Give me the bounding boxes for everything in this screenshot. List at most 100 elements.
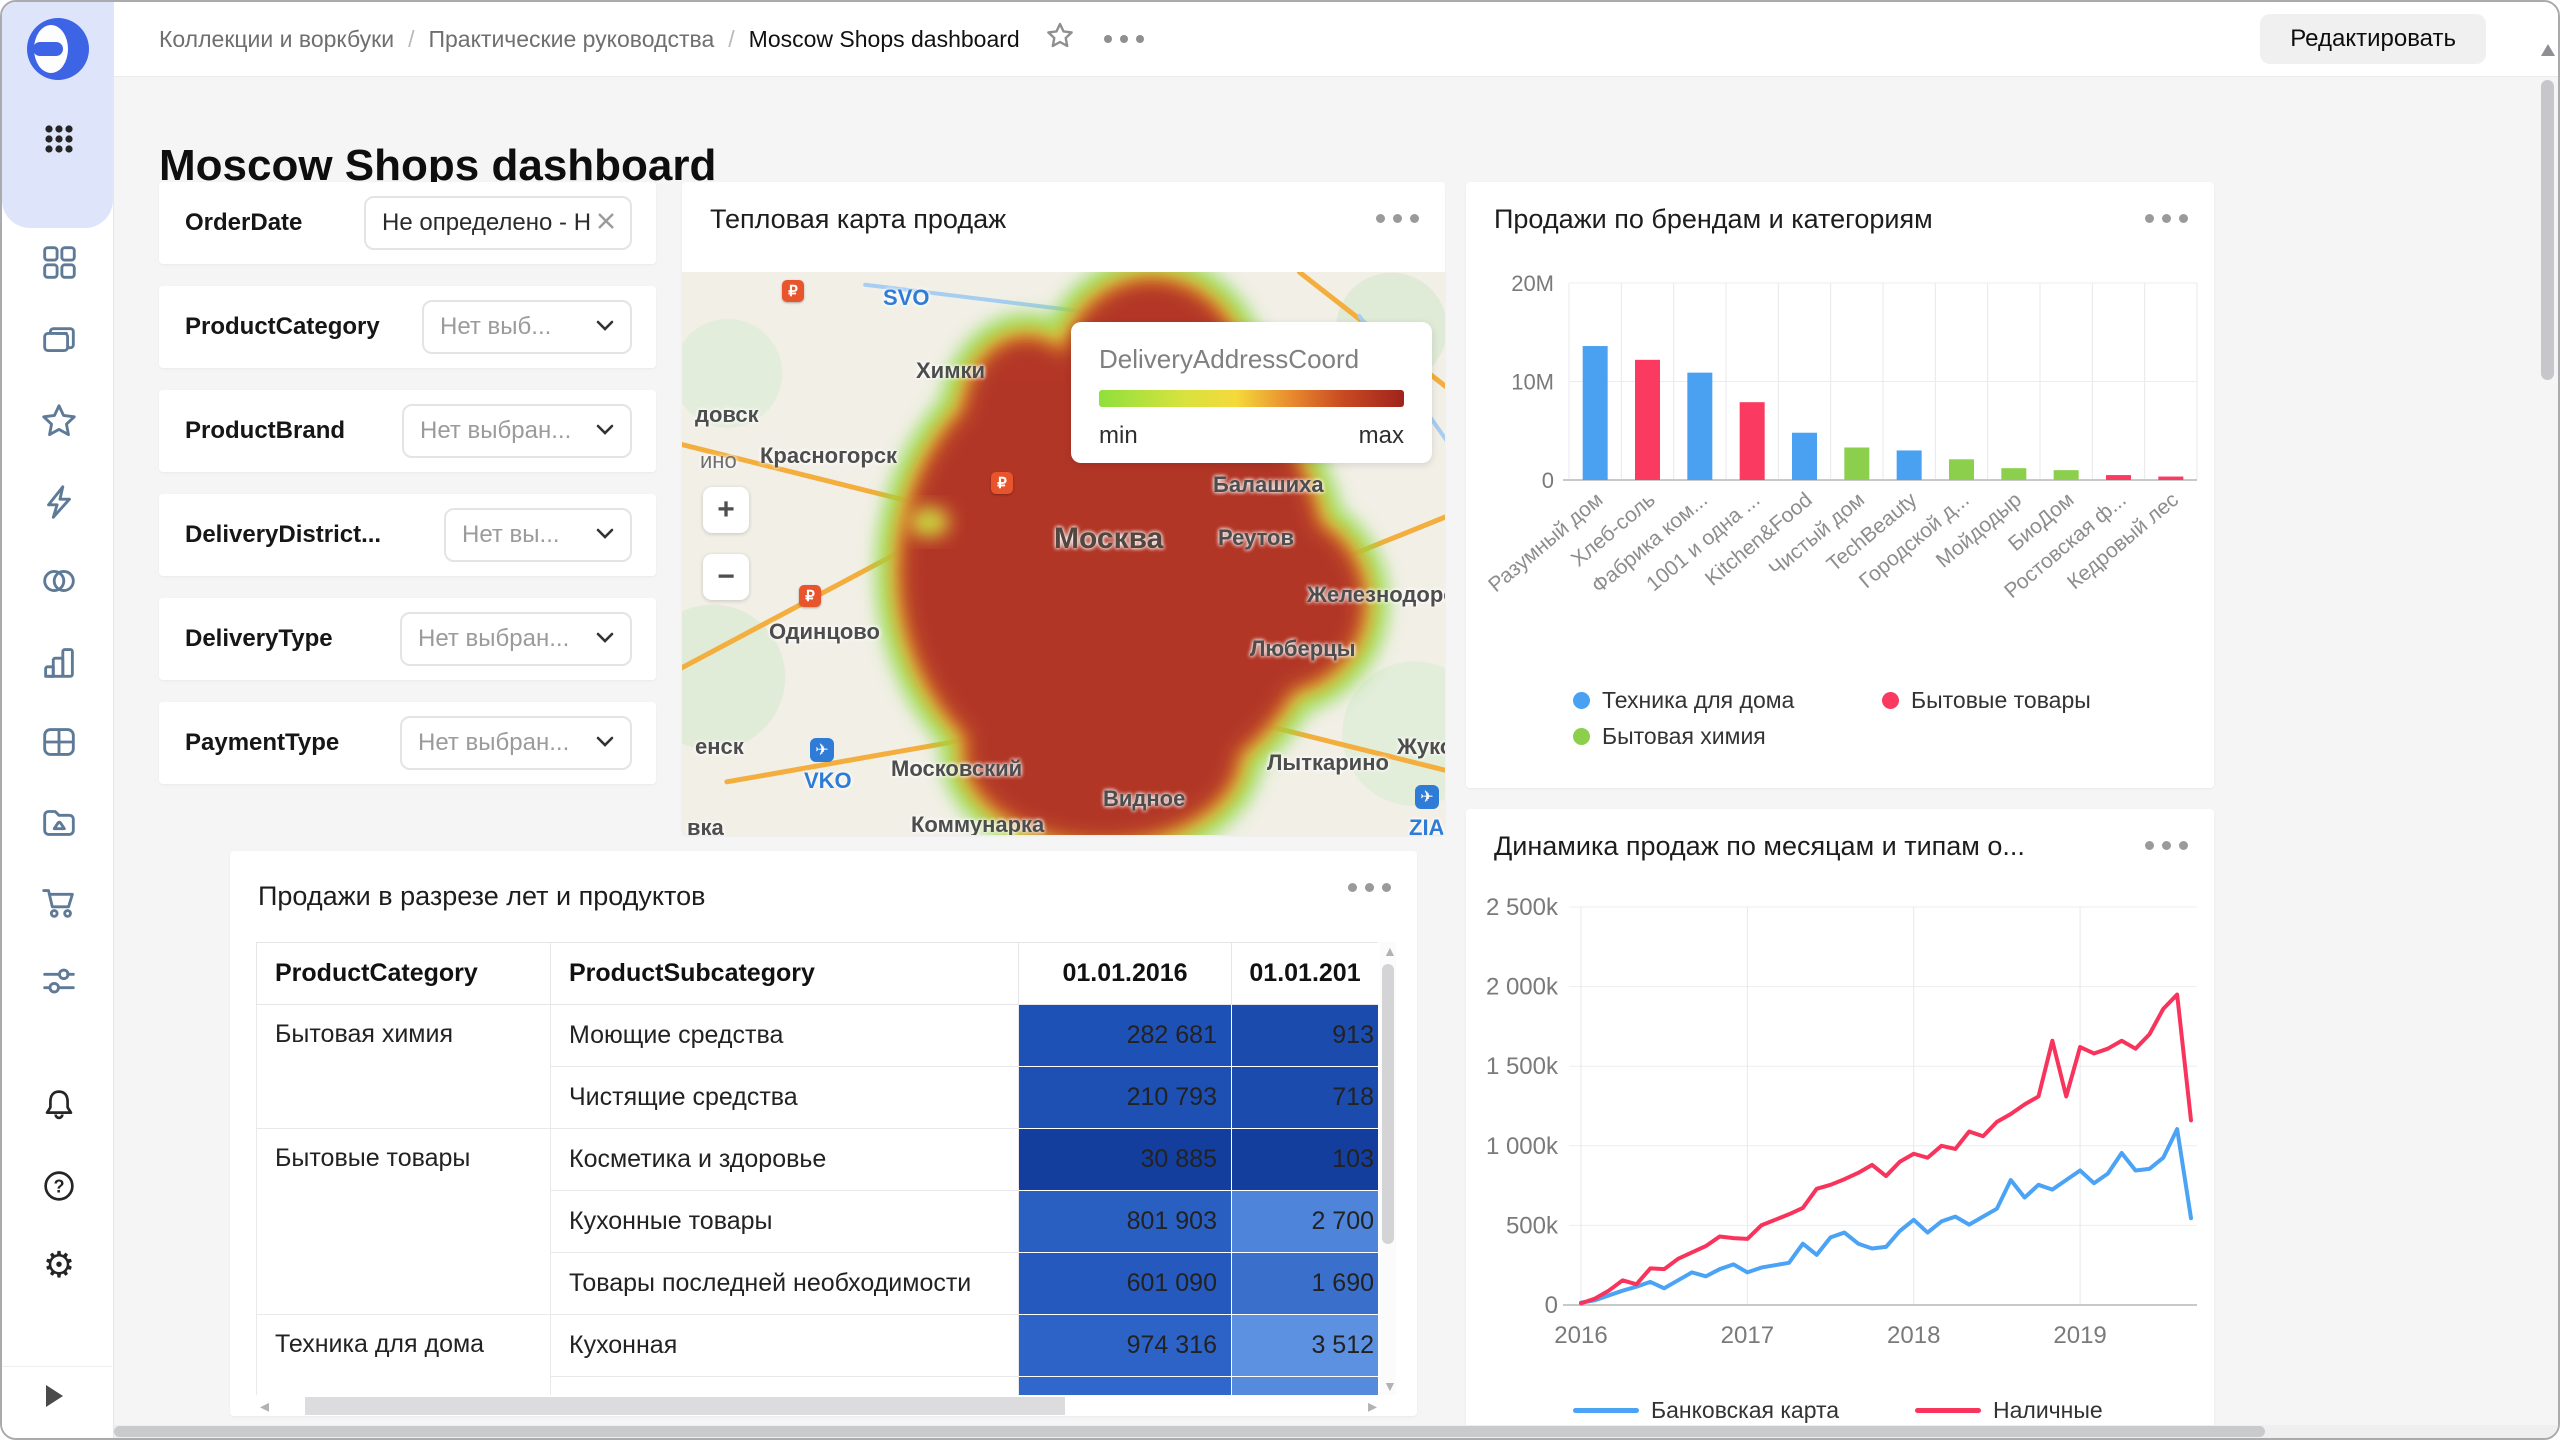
filter-select[interactable]: Нет выбран...: [402, 404, 632, 458]
dashboard: Moscow Shops dashboard OrderDateНе опред…: [113, 76, 2558, 1438]
filter-select[interactable]: Нет выб...: [422, 300, 632, 354]
page-vertical-scrollbar[interactable]: [2540, 16, 2555, 1422]
date-range-input[interactable]: Не определено - Н: [364, 196, 632, 250]
grid-2x2-icon[interactable]: [37, 240, 81, 284]
monthly-sales-line-chart[interactable]: 0500k1 000k1 500k2 000k2 500k20162017201…: [1466, 809, 2214, 1369]
legend-label: Бытовые товары: [1911, 687, 2091, 714]
legend-item[interactable]: Банковская карта: [1573, 1397, 1839, 1424]
value-cell: 30 885: [1019, 1129, 1232, 1191]
subcategory-cell: Кухонная: [551, 1315, 1019, 1377]
folder-image-icon[interactable]: [37, 800, 81, 844]
value-cell: 2 700: [1232, 1191, 1379, 1253]
apps-grid-icon[interactable]: [37, 117, 81, 161]
bar-TechBeauty[interactable]: [1897, 450, 1922, 480]
legend-item[interactable]: Техника для дома: [1573, 687, 1794, 714]
map-zoom-in-button[interactable]: +: [703, 487, 749, 533]
legend-item[interactable]: Наличные: [1915, 1397, 2103, 1424]
filter-placeholder: Нет выбран...: [420, 417, 592, 445]
bar-Хлеб-соль[interactable]: [1635, 360, 1660, 480]
breadcrumb-more-icon[interactable]: [1104, 35, 1144, 43]
scroll-up-icon[interactable]: [2541, 44, 2555, 56]
airplane-icon: ✈: [1415, 785, 1439, 809]
scroll-right-icon[interactable]: ▸: [1368, 1397, 1377, 1415]
scroll-down-icon[interactable]: ▼: [1383, 1379, 1397, 1393]
bar-Ростовская ф...[interactable]: [2106, 475, 2131, 480]
table-hscroll-thumb[interactable]: [305, 1397, 1065, 1415]
breadcrumb-collections[interactable]: Коллекции и воркбуки: [159, 26, 394, 53]
bar-Городской д...[interactable]: [1949, 459, 1974, 480]
map-zoom-out-button[interactable]: −: [703, 554, 749, 600]
map-label-city: Коммунарка: [911, 812, 1044, 835]
overlapping-circles-icon[interactable]: [37, 559, 81, 603]
bar-chart-icon[interactable]: [37, 640, 81, 684]
datalens-logo[interactable]: [25, 16, 91, 82]
svg-text:1 500k: 1 500k: [1486, 1053, 1559, 1080]
table-card-menu-icon[interactable]: [1348, 883, 1391, 892]
filter-placeholder: Нет выбран...: [418, 625, 592, 653]
line-series-Наличные[interactable]: [1581, 995, 2191, 1304]
clear-icon[interactable]: [594, 209, 618, 238]
filter-deliverydistrict: DeliveryDistrict...Нет вы...: [159, 494, 656, 576]
gear-icon[interactable]: ⚙: [37, 1243, 81, 1287]
value-cell: 913: [1232, 1005, 1379, 1067]
bar-1001 и одна ...[interactable]: [1740, 402, 1765, 480]
sidebar-expand-button[interactable]: [2, 1366, 112, 1425]
scroll-left-icon[interactable]: ◂: [260, 1397, 269, 1415]
filter-orderdate: OrderDateНе определено - Н: [159, 182, 656, 264]
filter-select[interactable]: Нет выбран...: [400, 716, 632, 770]
chevron-down-icon[interactable]: [592, 416, 618, 447]
filter-label: DeliveryType: [185, 598, 333, 680]
table-header-0[interactable]: ProductCategory: [257, 943, 551, 1005]
bell-icon[interactable]: [37, 1083, 81, 1127]
bar-БиоДом[interactable]: [2054, 470, 2079, 480]
table-icon[interactable]: [37, 720, 81, 764]
folders-icon[interactable]: [37, 320, 81, 364]
map-label-airport: ZIA: [1409, 815, 1444, 835]
map-label-city: вка: [687, 815, 724, 835]
bar-Мойдодыр[interactable]: [2001, 468, 2026, 480]
filter-placeholder: Нет вы...: [462, 521, 592, 549]
heatmap-card-menu-icon[interactable]: [1376, 214, 1419, 223]
bar-Чистый дом[interactable]: [1844, 447, 1869, 480]
legend-item[interactable]: Бытовые товары: [1882, 687, 2091, 714]
table-vscroll-thumb[interactable]: [1382, 964, 1394, 1244]
filter-select[interactable]: Нет выбран...: [400, 612, 632, 666]
line-series-Банковская карта[interactable]: [1581, 1129, 2191, 1303]
bar-Kitchen&Food[interactable]: [1792, 433, 1817, 480]
page-vscroll-thumb[interactable]: [2541, 80, 2554, 380]
sales-table[interactable]: ProductCategoryProductSubcategory01.01.2…: [256, 942, 1378, 1395]
help-icon[interactable]: ?: [37, 1164, 81, 1208]
svg-text:?: ?: [53, 1177, 64, 1197]
value-cell: 718: [1232, 1067, 1379, 1129]
page-hscroll-thumb[interactable]: [114, 1426, 2265, 1437]
breadcrumb-guides[interactable]: Практические руководства: [428, 26, 714, 53]
map-label-city: Лыткарино: [1267, 750, 1389, 776]
value-cell: 210 793: [1019, 1067, 1232, 1129]
brand-sales-bar-chart[interactable]: 010M20MРазумный домХлеб-сольФабрика ком.…: [1466, 182, 2214, 682]
table-vertical-scrollbar[interactable]: ▲ ▼: [1380, 942, 1396, 1395]
bar-Фабрика ком...[interactable]: [1687, 373, 1712, 480]
star-icon[interactable]: [37, 399, 81, 443]
bar-Кедровый лес[interactable]: [2158, 477, 2183, 480]
table-header-3[interactable]: 01.01.201: [1232, 943, 1379, 1005]
sales-heatmap[interactable]: SVOХимкидовскКрасногорскиноБалашихаМоскв…: [682, 272, 1445, 835]
cart-icon[interactable]: [37, 880, 81, 924]
lightning-icon[interactable]: [37, 480, 81, 524]
sliders-icon[interactable]: [37, 959, 81, 1003]
scroll-up-icon[interactable]: ▲: [1383, 944, 1397, 958]
legend-dot-icon: [1573, 728, 1590, 745]
filter-select[interactable]: Нет вы...: [444, 508, 632, 562]
favorite-star-icon[interactable]: [1044, 20, 1076, 58]
map-label-city: Железнодорожны: [1307, 582, 1445, 608]
table-header-2[interactable]: 01.01.2016: [1019, 943, 1232, 1005]
table-header-1[interactable]: ProductSubcategory: [551, 943, 1019, 1005]
page-horizontal-scrollbar[interactable]: [114, 1425, 2558, 1438]
chevron-down-icon[interactable]: [592, 624, 618, 655]
chevron-down-icon[interactable]: [592, 312, 618, 343]
bar-Разумный дом[interactable]: [1583, 346, 1608, 480]
legend-item[interactable]: Бытовая химия: [1573, 723, 1766, 750]
map-label-city: Московский: [891, 756, 1022, 782]
edit-button[interactable]: Редактировать: [2260, 14, 2486, 64]
chevron-down-icon[interactable]: [592, 520, 618, 551]
chevron-down-icon[interactable]: [592, 728, 618, 759]
